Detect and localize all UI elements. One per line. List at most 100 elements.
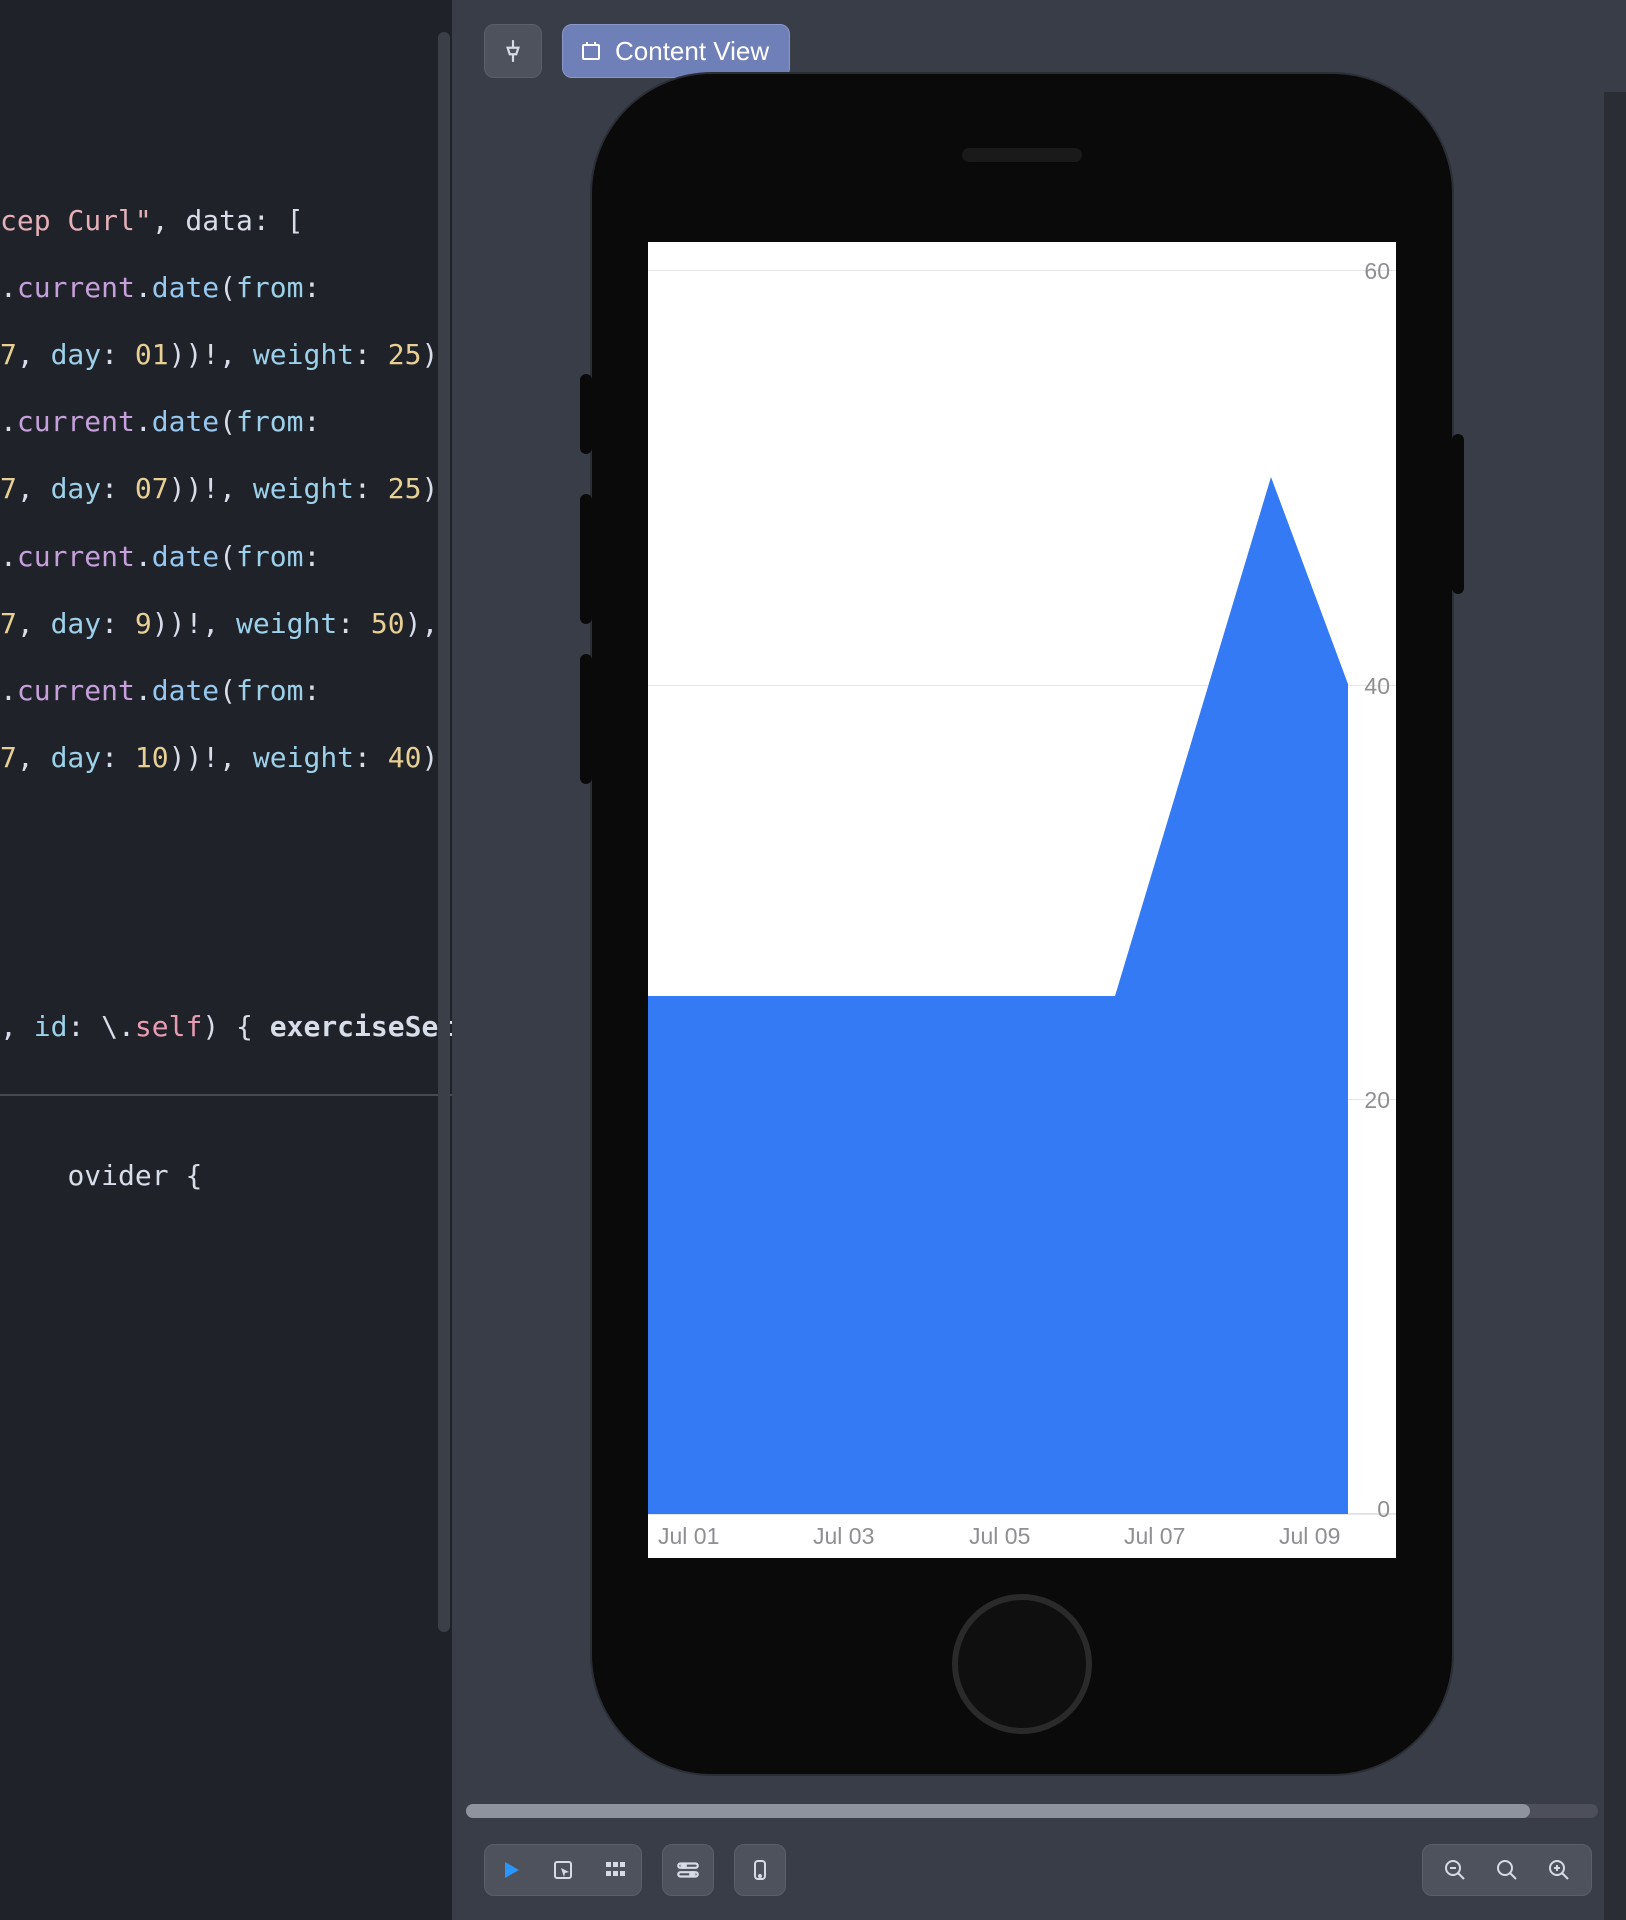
code-token: from xyxy=(236,271,303,304)
preview-top-toolbar: Content View xyxy=(484,24,790,78)
code-token: 9 xyxy=(135,607,152,640)
code-token: , xyxy=(17,741,51,774)
code-token: weight xyxy=(253,472,354,505)
content-view-label: Content View xyxy=(615,36,769,67)
editor-scrollbar[interactable] xyxy=(436,0,452,1640)
chart-area-series xyxy=(648,270,1348,1514)
xtick-2: Jul 05 xyxy=(969,1523,1030,1550)
device-power-button xyxy=(1452,434,1464,594)
inspector-sliver[interactable] xyxy=(1604,92,1626,1920)
device-home-button xyxy=(952,1594,1092,1734)
chart: 60 40 20 0 Jul 01 Jul 03 Jul 05 Jul 07 J… xyxy=(648,242,1396,1558)
code-token: 25 xyxy=(388,338,422,371)
code-token: : xyxy=(337,607,371,640)
canvas-icon xyxy=(579,39,603,63)
code-token: day xyxy=(51,741,102,774)
content-view-button[interactable]: Content View xyxy=(562,24,790,78)
ytick-0: 0 xyxy=(1377,1496,1390,1523)
live-preview-button[interactable] xyxy=(485,1844,537,1896)
code-token: date xyxy=(152,540,219,573)
zoom-in-button[interactable] xyxy=(1533,1844,1585,1896)
code-token: : xyxy=(303,271,320,304)
zoom-fit-button[interactable] xyxy=(1481,1844,1533,1896)
ytick-40: 40 xyxy=(1364,673,1390,700)
code-token: : xyxy=(354,472,388,505)
code-token: from xyxy=(236,540,303,573)
zoom-out-button[interactable] xyxy=(1429,1844,1481,1896)
preview-on-device-button[interactable] xyxy=(734,1844,786,1896)
code-token: : xyxy=(303,674,320,707)
device-volume-up xyxy=(580,494,592,624)
code-token: self xyxy=(135,1010,202,1043)
code-token: ( xyxy=(219,405,236,438)
xtick-0: Jul 01 xyxy=(658,1523,719,1550)
code-token: ( xyxy=(219,674,236,707)
code-token: day xyxy=(51,472,102,505)
code-token: ))!, xyxy=(169,741,253,774)
code-token: id xyxy=(34,1010,68,1043)
code-token: day xyxy=(51,607,102,640)
code-token: 25 xyxy=(388,472,422,505)
zoom-fit-icon xyxy=(1495,1858,1519,1882)
code-token: from xyxy=(236,405,303,438)
editor-scroll-thumb[interactable] xyxy=(438,32,450,1632)
code-token: 10 xyxy=(135,741,169,774)
code-token: , xyxy=(0,1010,34,1043)
code-token: : xyxy=(101,338,135,371)
selectable-preview-button[interactable] xyxy=(537,1844,589,1896)
canvas-scroll-thumb[interactable] xyxy=(466,1804,1530,1818)
canvas-horizontal-scrollbar[interactable] xyxy=(466,1804,1598,1818)
code-token: current xyxy=(17,674,135,707)
variants-preview-button[interactable] xyxy=(589,1844,641,1896)
code-token: date xyxy=(152,405,219,438)
code-token: : xyxy=(354,338,388,371)
code-editor-lower[interactable]: ovider { xyxy=(0,1096,452,1225)
device-settings-button[interactable] xyxy=(662,1844,714,1896)
code-token: cep Curl" xyxy=(0,204,152,237)
code-token: : xyxy=(354,741,388,774)
code-editor-pane: cep Curl", data: [ .current.date(from: 7… xyxy=(0,0,452,1920)
cursor-rect-icon xyxy=(551,1858,575,1882)
code-token: ( xyxy=(219,540,236,573)
code-token: . xyxy=(0,540,17,573)
code-token: ( xyxy=(219,271,236,304)
pin-preview-button[interactable] xyxy=(484,24,542,78)
code-token: from xyxy=(236,674,303,707)
preview-canvas-pane: Content View 60 40 20 0 xyxy=(452,0,1626,1920)
device-screen[interactable]: 60 40 20 0 Jul 01 Jul 03 Jul 05 Jul 07 J… xyxy=(648,242,1396,1558)
code-token: , xyxy=(17,338,51,371)
zoom-controls xyxy=(1422,1844,1592,1896)
preview-bottom-toolbar xyxy=(484,1840,1592,1900)
code-token: . xyxy=(135,540,152,573)
code-token: weight xyxy=(253,338,354,371)
code-token: ), xyxy=(405,607,439,640)
code-token: 7 xyxy=(0,472,17,505)
code-token: , xyxy=(17,607,51,640)
code-token: , data: [ xyxy=(152,204,304,237)
play-icon xyxy=(499,1858,523,1882)
code-editor[interactable]: cep Curl", data: [ .current.date(from: 7… xyxy=(0,0,452,1090)
code-token: , xyxy=(17,472,51,505)
code-token: exerciseSet xyxy=(270,1010,452,1043)
code-token: 01 xyxy=(135,338,169,371)
device-icon xyxy=(748,1858,772,1882)
code-token: 07 xyxy=(135,472,169,505)
code-token: . xyxy=(135,271,152,304)
xtick-3: Jul 07 xyxy=(1124,1523,1185,1550)
code-token: ))!, xyxy=(169,472,253,505)
device-volume-down xyxy=(580,654,592,784)
code-token: . xyxy=(0,674,17,707)
code-token: current xyxy=(17,271,135,304)
preview-mode-group xyxy=(484,1844,642,1896)
device-speaker xyxy=(962,148,1082,162)
code-token: 7 xyxy=(0,741,17,774)
device-mute-switch xyxy=(580,374,592,454)
xtick-1: Jul 03 xyxy=(813,1523,874,1550)
code-token: . xyxy=(0,405,17,438)
ytick-60: 60 xyxy=(1364,258,1390,285)
code-token: ))!, xyxy=(169,338,253,371)
zoom-in-icon xyxy=(1547,1858,1571,1882)
code-token: 50 xyxy=(371,607,405,640)
code-token: date xyxy=(152,271,219,304)
code-token: . xyxy=(135,674,152,707)
